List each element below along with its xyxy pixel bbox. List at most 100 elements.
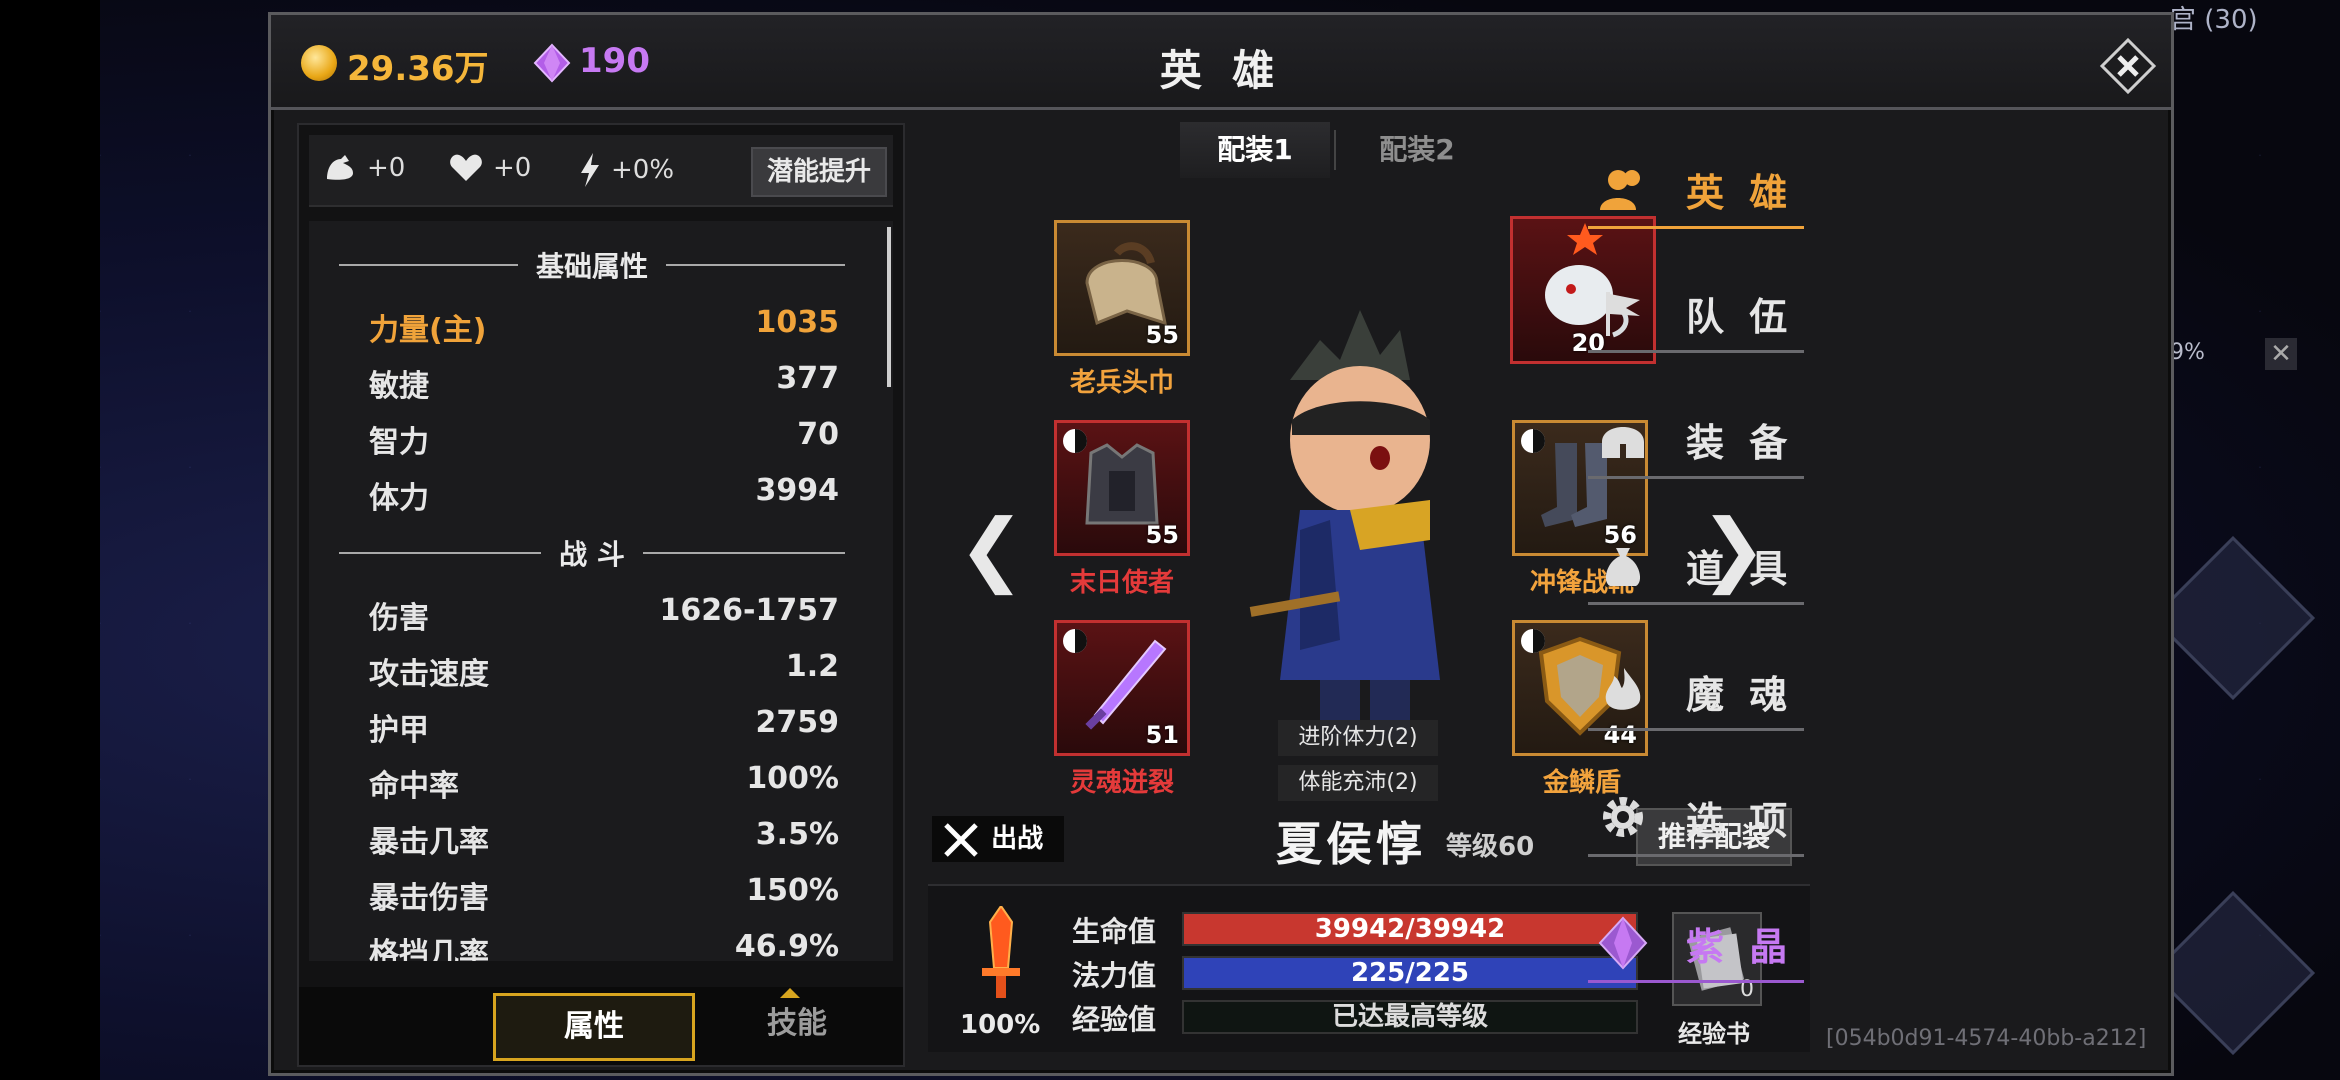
potential-bar: +0 +0 +0% 潜能提升 [309, 135, 893, 207]
stats-list[interactable]: 基础属性 力量(主) 1035 敏捷 377 智力 70 体力 3994 战 斗 伤害 1… [309, 221, 893, 961]
stat-value: 100% [746, 761, 839, 796]
flame-icon [1605, 668, 1641, 710]
tab-attributes[interactable]: 属性 [493, 988, 800, 1061]
equip-slot-armor[interactable]: 55 [1054, 420, 1190, 556]
hero-portrait[interactable] [1230, 300, 1470, 760]
combat-header: 战 斗 [339, 533, 845, 573]
stat-value: 1626-1757 [659, 593, 839, 628]
crossed-swords-icon [944, 822, 978, 857]
mp-bar: 225/225 [1182, 956, 1638, 990]
stat-row: 护甲 2759 [369, 701, 840, 748]
stat-label: 体力 [369, 481, 429, 516]
heroes-icon [1600, 170, 1640, 210]
health-potential-value: +0 [493, 153, 532, 183]
background-close-icon[interactable]: ✕ [2265, 338, 2297, 370]
nav-amethyst[interactable]: 紫 晶 [1588, 902, 1886, 983]
stats-tabs: 属性 技能 [299, 987, 903, 1065]
equip-name-head: 老兵头巾 [1069, 368, 1174, 398]
xp-bar: 已达最高等级 [1182, 1000, 1638, 1034]
background-progress-text: 9% [2170, 340, 2205, 365]
energy-potential: +0% [579, 153, 674, 187]
stat-value: 150% [746, 873, 839, 908]
stat-value: 70 [797, 417, 839, 452]
yinyang-icon [1063, 429, 1087, 453]
stat-value: 3994 [755, 473, 840, 508]
loadout-tabs: 配装1 配装2 [1180, 122, 1480, 178]
stat-label: 攻击速度 [369, 657, 489, 692]
mp-label: 法力值 [1072, 959, 1157, 992]
power-percent: 100% [960, 1010, 1041, 1040]
stat-row: 暴击几率 3.5% [369, 813, 839, 860]
tab-loadout-2[interactable]: 配装2 [1342, 122, 1492, 178]
mp-text: 225/225 [1350, 958, 1470, 988]
stat-label: 伤害 [369, 601, 429, 636]
stats-scrollbar[interactable] [887, 227, 891, 387]
stat-label: 力量(主) [369, 313, 487, 348]
hp-bar: 39942/39942 [1182, 912, 1638, 946]
stat-row: 智力 70 [369, 413, 839, 460]
hp-text: 39942/39942 [1314, 914, 1506, 944]
tab-skills[interactable]: 技能 [699, 993, 895, 1055]
stats-panel: +0 +0 +0% 潜能提升 基础属性 力量(主) 1035 敏捷 377 智力… [297, 123, 905, 1067]
exp-book-label: 经验书 [1678, 1020, 1750, 1048]
equip-slot-head[interactable]: 55 [1054, 220, 1190, 356]
gear-icon [1603, 797, 1643, 837]
advance-stamina-button[interactable]: 进阶体力(2) [1278, 720, 1438, 756]
session-id: [054b0d91-4574-40bb-a212] [1826, 1026, 2147, 1051]
strength-potential-value: +0 [367, 153, 406, 183]
stat-label: 命中率 [369, 769, 459, 804]
close-icon[interactable] [2099, 37, 2157, 95]
helmet-icon [1602, 427, 1644, 458]
hero-name: 夏侯惇 [1276, 817, 1426, 871]
yinyang-icon [1521, 429, 1545, 453]
nav-equipment[interactable]: 装 备 [1588, 398, 1886, 479]
bag-icon [1605, 548, 1641, 586]
stat-row: 力量(主) 1035 [369, 301, 840, 348]
lightning-icon [581, 153, 599, 187]
full-stamina-button[interactable]: 体能充沛(2) [1278, 765, 1438, 801]
stat-row: 伤害 1626-1757 [369, 589, 839, 636]
battle-button[interactable]: 出战 [932, 816, 1064, 862]
potential-upgrade-button[interactable]: 潜能提升 [751, 147, 887, 197]
yinyang-icon [1521, 629, 1545, 653]
equip-slot-weapon[interactable]: 51 [1054, 620, 1190, 756]
equip-name-armor: 末日使者 [1069, 568, 1174, 598]
strength-potential: +0 [323, 153, 405, 183]
stat-label: 暴击几率 [369, 825, 489, 860]
nav-souls[interactable]: 魔 魂 [1588, 650, 1886, 731]
tab-loadout-1[interactable]: 配装1 [1180, 122, 1330, 178]
yinyang-icon [1063, 629, 1087, 653]
stat-label: 暴击伤害 [369, 881, 489, 916]
stat-row: 暴击伤害 150% [369, 869, 839, 916]
xp-text: 已达最高等级 [1331, 1002, 1488, 1032]
hero-level: 等级60 [1446, 832, 1535, 862]
flag-icon [1606, 292, 1640, 336]
page-title: 英 雄 [1159, 46, 1283, 95]
nav-options[interactable]: 选 项 [1588, 776, 1886, 857]
stat-row: 格挡几率 46.9% [369, 925, 839, 961]
muscle-icon [327, 155, 353, 180]
stat-value: 2759 [755, 705, 840, 740]
nav-heroes[interactable]: 英 雄 [1588, 148, 1886, 229]
stat-value: 3.5% [755, 817, 839, 852]
background-level-label: 宫 (30) [2170, 5, 2258, 35]
xp-label: 经验值 [1072, 1003, 1157, 1036]
background-edge [0, 0, 100, 1080]
nav-items[interactable]: 道 具 [1588, 524, 1886, 605]
stat-label: 智力 [369, 425, 429, 460]
basic-attributes-header: 基础属性 [339, 245, 846, 285]
stat-value: 377 [776, 361, 839, 396]
stat-row: 攻击速度 1.2 [369, 645, 839, 692]
prev-hero-arrow[interactable]: ❮ [958, 502, 1025, 595]
stat-value: 46.9% [734, 929, 839, 961]
stat-label: 格挡几率 [369, 937, 489, 961]
gem-icon [1598, 916, 1648, 970]
power-sword-icon [982, 906, 1020, 998]
stat-label: 敏捷 [369, 369, 429, 404]
nav-team[interactable]: 队 伍 [1588, 272, 1886, 353]
heart-icon [450, 154, 482, 181]
hp-label: 生命值 [1072, 915, 1157, 948]
stat-label: 护甲 [369, 713, 429, 748]
stat-value: 1035 [755, 305, 840, 340]
stat-value: 1.2 [785, 649, 839, 684]
